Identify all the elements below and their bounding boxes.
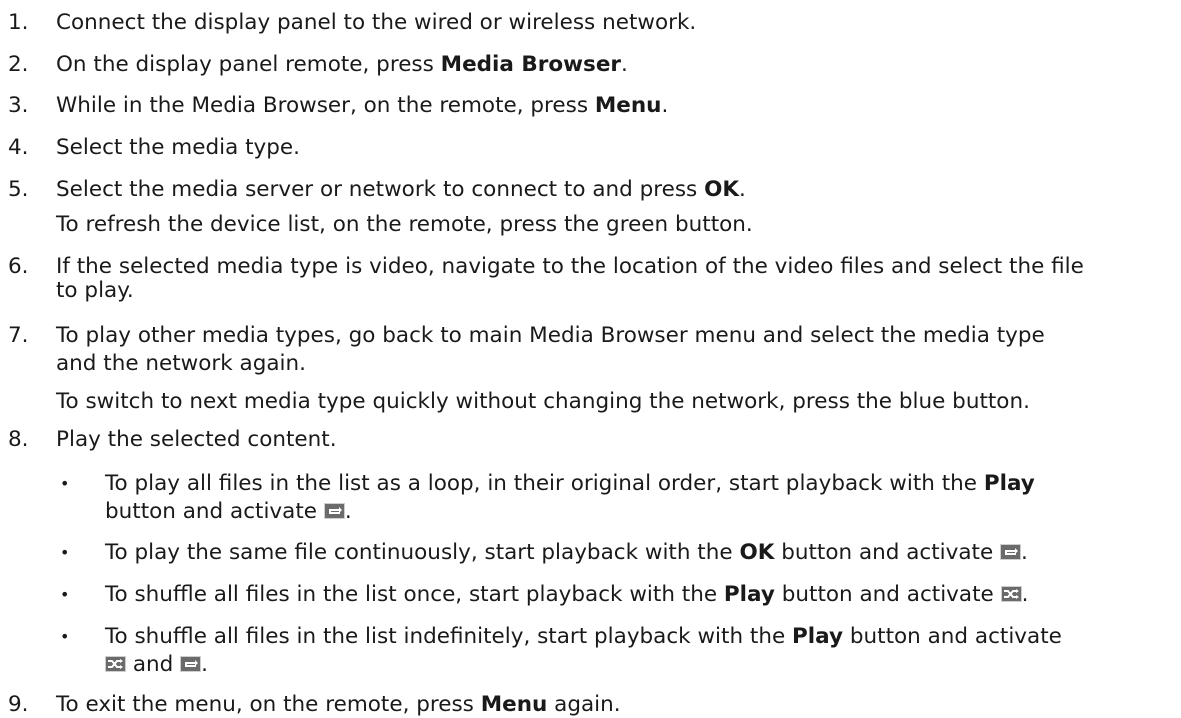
ok-key: OK: [704, 177, 740, 202]
ok-key: OK: [739, 540, 775, 565]
media-browser-key: Media Browser: [440, 52, 622, 77]
play-key: Play: [792, 624, 844, 649]
play-key: Play: [983, 471, 1035, 496]
repeat-icon: [180, 656, 202, 672]
menu-key: Menu: [480, 692, 548, 717]
repeat-icon: [1000, 544, 1022, 560]
repeat-icon: [323, 503, 345, 519]
shuffle-icon: [105, 656, 126, 672]
instructions-document: 1. Connect the display panel to the wire…: [8, 10, 1084, 717]
play-key: Play: [723, 582, 775, 607]
shuffle-icon: [1000, 586, 1022, 602]
menu-key: Menu: [594, 93, 662, 118]
